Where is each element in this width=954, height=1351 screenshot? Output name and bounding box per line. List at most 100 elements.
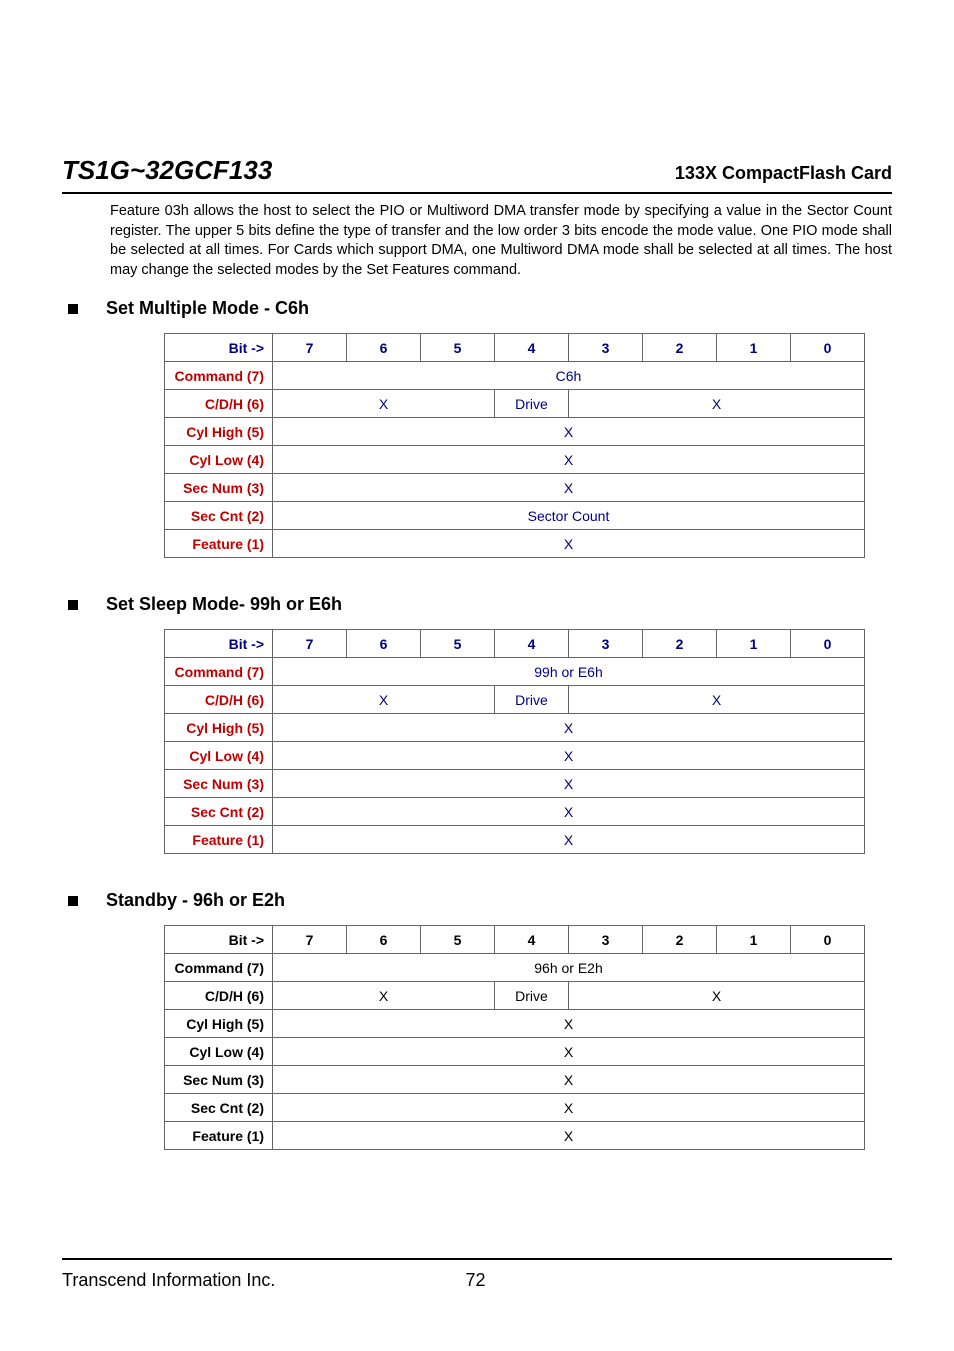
cell-bit4: 4 xyxy=(495,630,569,658)
cell-bit4: 4 xyxy=(495,334,569,362)
cell-sector-count: Sector Count xyxy=(273,502,865,530)
cell-x: X xyxy=(273,686,495,714)
table-row: Bit -> 7 6 5 4 3 2 1 0 xyxy=(165,630,865,658)
cell-bit0: 0 xyxy=(791,630,865,658)
cell-x: X xyxy=(273,742,865,770)
cell-bit6: 6 xyxy=(347,334,421,362)
cell-label: Command (7) xyxy=(165,362,273,390)
section-title: Set Multiple Mode - C6h xyxy=(106,298,309,319)
cell-bit2: 2 xyxy=(643,630,717,658)
cell-bit0: 0 xyxy=(791,334,865,362)
section-heading: Set Multiple Mode - C6h xyxy=(68,298,892,319)
header-title: 133X CompactFlash Card xyxy=(675,163,892,184)
cell-label: Cyl High (5) xyxy=(165,1010,273,1038)
section-set-multiple-mode: Set Multiple Mode - C6h Bit -> 7 6 5 4 3… xyxy=(62,298,892,558)
table-row: Command (7) 99h or E6h xyxy=(165,658,865,686)
cell-label: Feature (1) xyxy=(165,530,273,558)
table-row: Sec Cnt (2) Sector Count xyxy=(165,502,865,530)
cell-x: X xyxy=(273,530,865,558)
cell-x: X xyxy=(273,390,495,418)
table-row: Sec Cnt (2) X xyxy=(165,1094,865,1122)
cell-bit0: 0 xyxy=(791,926,865,954)
bullet-icon xyxy=(68,304,78,314)
cell-command: 96h or E2h xyxy=(273,954,865,982)
cell-x: X xyxy=(273,1066,865,1094)
bullet-icon xyxy=(68,600,78,610)
cell-x: X xyxy=(273,798,865,826)
header-model: TS1G~32GCF133 xyxy=(62,155,272,186)
table-row: Cyl High (5) X xyxy=(165,418,865,446)
cell-bit2: 2 xyxy=(643,926,717,954)
register-table-96h: Bit -> 7 6 5 4 3 2 1 0 Command (7) 96h o… xyxy=(164,925,865,1150)
cell-bit-label: Bit -> xyxy=(165,630,273,658)
cell-x: X xyxy=(273,446,865,474)
table-row: Sec Num (3) X xyxy=(165,474,865,502)
table-row: Sec Cnt (2) X xyxy=(165,798,865,826)
cell-x: X xyxy=(273,1094,865,1122)
intro-paragraph: Feature 03h allows the host to select th… xyxy=(110,202,892,280)
cell-x: X xyxy=(273,1038,865,1066)
table-row: Cyl Low (4) X xyxy=(165,742,865,770)
cell-bit6: 6 xyxy=(347,630,421,658)
table-row: Feature (1) X xyxy=(165,1122,865,1150)
bullet-icon xyxy=(68,896,78,906)
cell-bit1: 1 xyxy=(717,630,791,658)
table-row: C/D/H (6) X Drive X xyxy=(165,982,865,1010)
cell-bit3: 3 xyxy=(569,630,643,658)
section-set-sleep-mode: Set Sleep Mode- 99h or E6h Bit -> 7 6 5 … xyxy=(62,594,892,854)
cell-bit5: 5 xyxy=(421,334,495,362)
cell-label: Sec Num (3) xyxy=(165,1066,273,1094)
cell-command: 99h or E6h xyxy=(273,658,865,686)
register-table-c6h: Bit -> 7 6 5 4 3 2 1 0 Command (7) C6h C… xyxy=(164,333,865,558)
table-row: Cyl Low (4) X xyxy=(165,446,865,474)
register-table-99h: Bit -> 7 6 5 4 3 2 1 0 Command (7) 99h o… xyxy=(164,629,865,854)
cell-label: Sec Cnt (2) xyxy=(165,1094,273,1122)
cell-drive: Drive xyxy=(495,390,569,418)
table-row: C/D/H (6) X Drive X xyxy=(165,686,865,714)
table-row: Sec Num (3) X xyxy=(165,770,865,798)
section-title: Set Sleep Mode- 99h or E6h xyxy=(106,594,342,615)
cell-label: Cyl Low (4) xyxy=(165,742,273,770)
cell-x: X xyxy=(569,982,865,1010)
cell-bit1: 1 xyxy=(717,926,791,954)
cell-bit5: 5 xyxy=(421,630,495,658)
page-footer: Transcend Information Inc. 72 xyxy=(62,1258,892,1291)
table-row: Bit -> 7 6 5 4 3 2 1 0 xyxy=(165,334,865,362)
cell-bit5: 5 xyxy=(421,926,495,954)
section-standby: Standby - 96h or E2h Bit -> 7 6 5 4 3 2 … xyxy=(62,890,892,1150)
cell-x: X xyxy=(273,418,865,446)
cell-x: X xyxy=(569,390,865,418)
cell-bit6: 6 xyxy=(347,926,421,954)
cell-label: Sec Num (3) xyxy=(165,770,273,798)
cell-label: Cyl Low (4) xyxy=(165,446,273,474)
section-title: Standby - 96h or E2h xyxy=(106,890,285,911)
cell-drive: Drive xyxy=(495,982,569,1010)
cell-x: X xyxy=(273,982,495,1010)
cell-label: Cyl Low (4) xyxy=(165,1038,273,1066)
cell-x: X xyxy=(273,1122,865,1150)
cell-bit7: 7 xyxy=(273,630,347,658)
footer-pagenum: 72 xyxy=(465,1270,485,1291)
cell-command: C6h xyxy=(273,362,865,390)
section-heading: Set Sleep Mode- 99h or E6h xyxy=(68,594,892,615)
cell-bit7: 7 xyxy=(273,334,347,362)
cell-x: X xyxy=(569,686,865,714)
cell-label: Sec Cnt (2) xyxy=(165,502,273,530)
cell-bit7: 7 xyxy=(273,926,347,954)
cell-bit3: 3 xyxy=(569,334,643,362)
cell-x: X xyxy=(273,826,865,854)
cell-label: Sec Num (3) xyxy=(165,474,273,502)
cell-x: X xyxy=(273,474,865,502)
table-row: Feature (1) X xyxy=(165,826,865,854)
cell-label: Command (7) xyxy=(165,658,273,686)
table-row: Command (7) 96h or E2h xyxy=(165,954,865,982)
footer-company: Transcend Information Inc. xyxy=(62,1270,275,1291)
table-row: Feature (1) X xyxy=(165,530,865,558)
cell-x: X xyxy=(273,714,865,742)
cell-label: C/D/H (6) xyxy=(165,390,273,418)
cell-label: Feature (1) xyxy=(165,1122,273,1150)
section-heading: Standby - 96h or E2h xyxy=(68,890,892,911)
table-row: Bit -> 7 6 5 4 3 2 1 0 xyxy=(165,926,865,954)
cell-drive: Drive xyxy=(495,686,569,714)
table-row: C/D/H (6) X Drive X xyxy=(165,390,865,418)
